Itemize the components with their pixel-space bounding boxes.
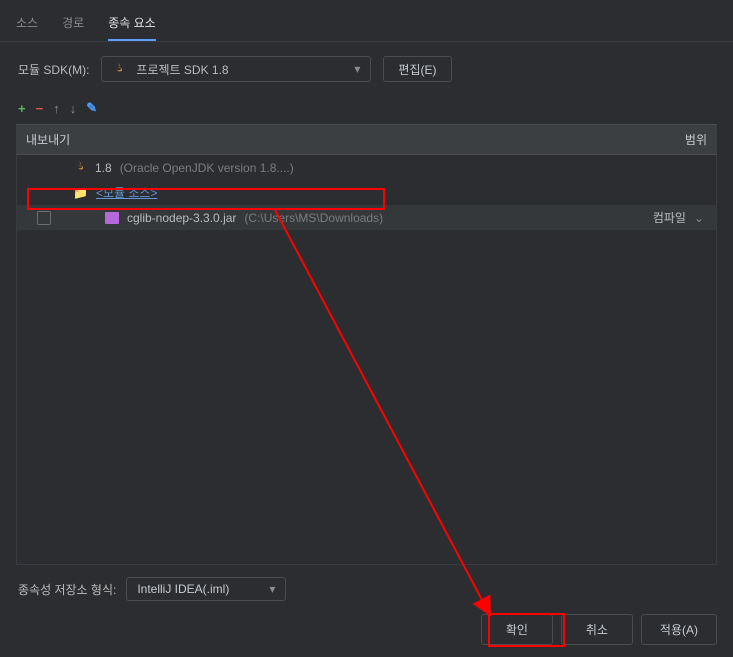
chevron-down-icon: ▾	[269, 582, 275, 596]
tab-bar: 소스 경로 종속 요소	[0, 0, 733, 42]
sdk-selected-value: 프로젝트 SDK 1.8	[136, 61, 228, 78]
ok-button[interactable]: 확인	[481, 614, 553, 645]
scope-value: 컴파일	[653, 209, 686, 226]
toolbar: + − ↑ ↓ ✎	[0, 96, 733, 120]
jar-icon	[105, 212, 119, 224]
tab-dependencies[interactable]: 종속 요소	[108, 8, 156, 41]
export-checkbox[interactable]	[37, 211, 51, 225]
edit-icon[interactable]: ✎	[86, 100, 97, 116]
sdk-dropdown[interactable]: 프로젝트 SDK 1.8 ▾	[101, 56, 371, 82]
footer-buttons: 확인 취소 적용(A)	[481, 614, 717, 645]
header-scope: 범위	[685, 131, 707, 148]
folder-icon: 📁	[73, 186, 88, 200]
storage-dropdown[interactable]: IntelliJ IDEA(.iml) ▾	[126, 577, 286, 601]
header-export: 내보내기	[26, 131, 70, 148]
jdk-name: 1.8	[95, 161, 112, 175]
dependency-list: 1.8 (Oracle OpenJDK version 1.8....) 📁 <…	[16, 155, 717, 565]
add-icon[interactable]: +	[18, 101, 26, 116]
tab-path[interactable]: 경로	[62, 8, 84, 41]
storage-label: 종속성 저장소 형식:	[18, 581, 116, 598]
chevron-down-icon: ⌄	[694, 211, 704, 225]
edit-sdk-button[interactable]: 편집(E)	[383, 56, 451, 82]
sdk-label: 모듈 SDK(M):	[18, 61, 89, 78]
java-icon	[112, 61, 126, 78]
module-source-row[interactable]: 📁 <모듈 소스>	[17, 180, 716, 205]
cancel-button[interactable]: 취소	[561, 614, 633, 645]
scope-dropdown[interactable]: 컴파일 ⌄	[653, 209, 710, 226]
storage-row: 종속성 저장소 형식: IntelliJ IDEA(.iml) ▾	[18, 577, 286, 601]
storage-value: IntelliJ IDEA(.iml)	[137, 582, 229, 596]
move-up-icon[interactable]: ↑	[53, 101, 60, 116]
jar-path: (C:\Users\MS\Downloads)	[244, 211, 383, 225]
jdk-row[interactable]: 1.8 (Oracle OpenJDK version 1.8....)	[17, 155, 716, 180]
move-down-icon[interactable]: ↓	[70, 101, 77, 116]
tab-source[interactable]: 소스	[16, 8, 38, 41]
module-source-label: <모듈 소스>	[96, 184, 158, 201]
list-header: 내보내기 범위	[16, 124, 717, 155]
remove-icon[interactable]: −	[36, 101, 44, 116]
jar-name: cglib-nodep-3.3.0.jar	[127, 211, 236, 225]
jar-row[interactable]: cglib-nodep-3.3.0.jar (C:\Users\MS\Downl…	[17, 205, 716, 230]
chevron-down-icon: ▾	[354, 62, 360, 76]
sdk-row: 모듈 SDK(M): 프로젝트 SDK 1.8 ▾ 편집(E)	[0, 42, 733, 96]
java-icon	[73, 159, 87, 176]
apply-button[interactable]: 적용(A)	[641, 614, 717, 645]
jdk-detail: (Oracle OpenJDK version 1.8....)	[120, 161, 294, 175]
